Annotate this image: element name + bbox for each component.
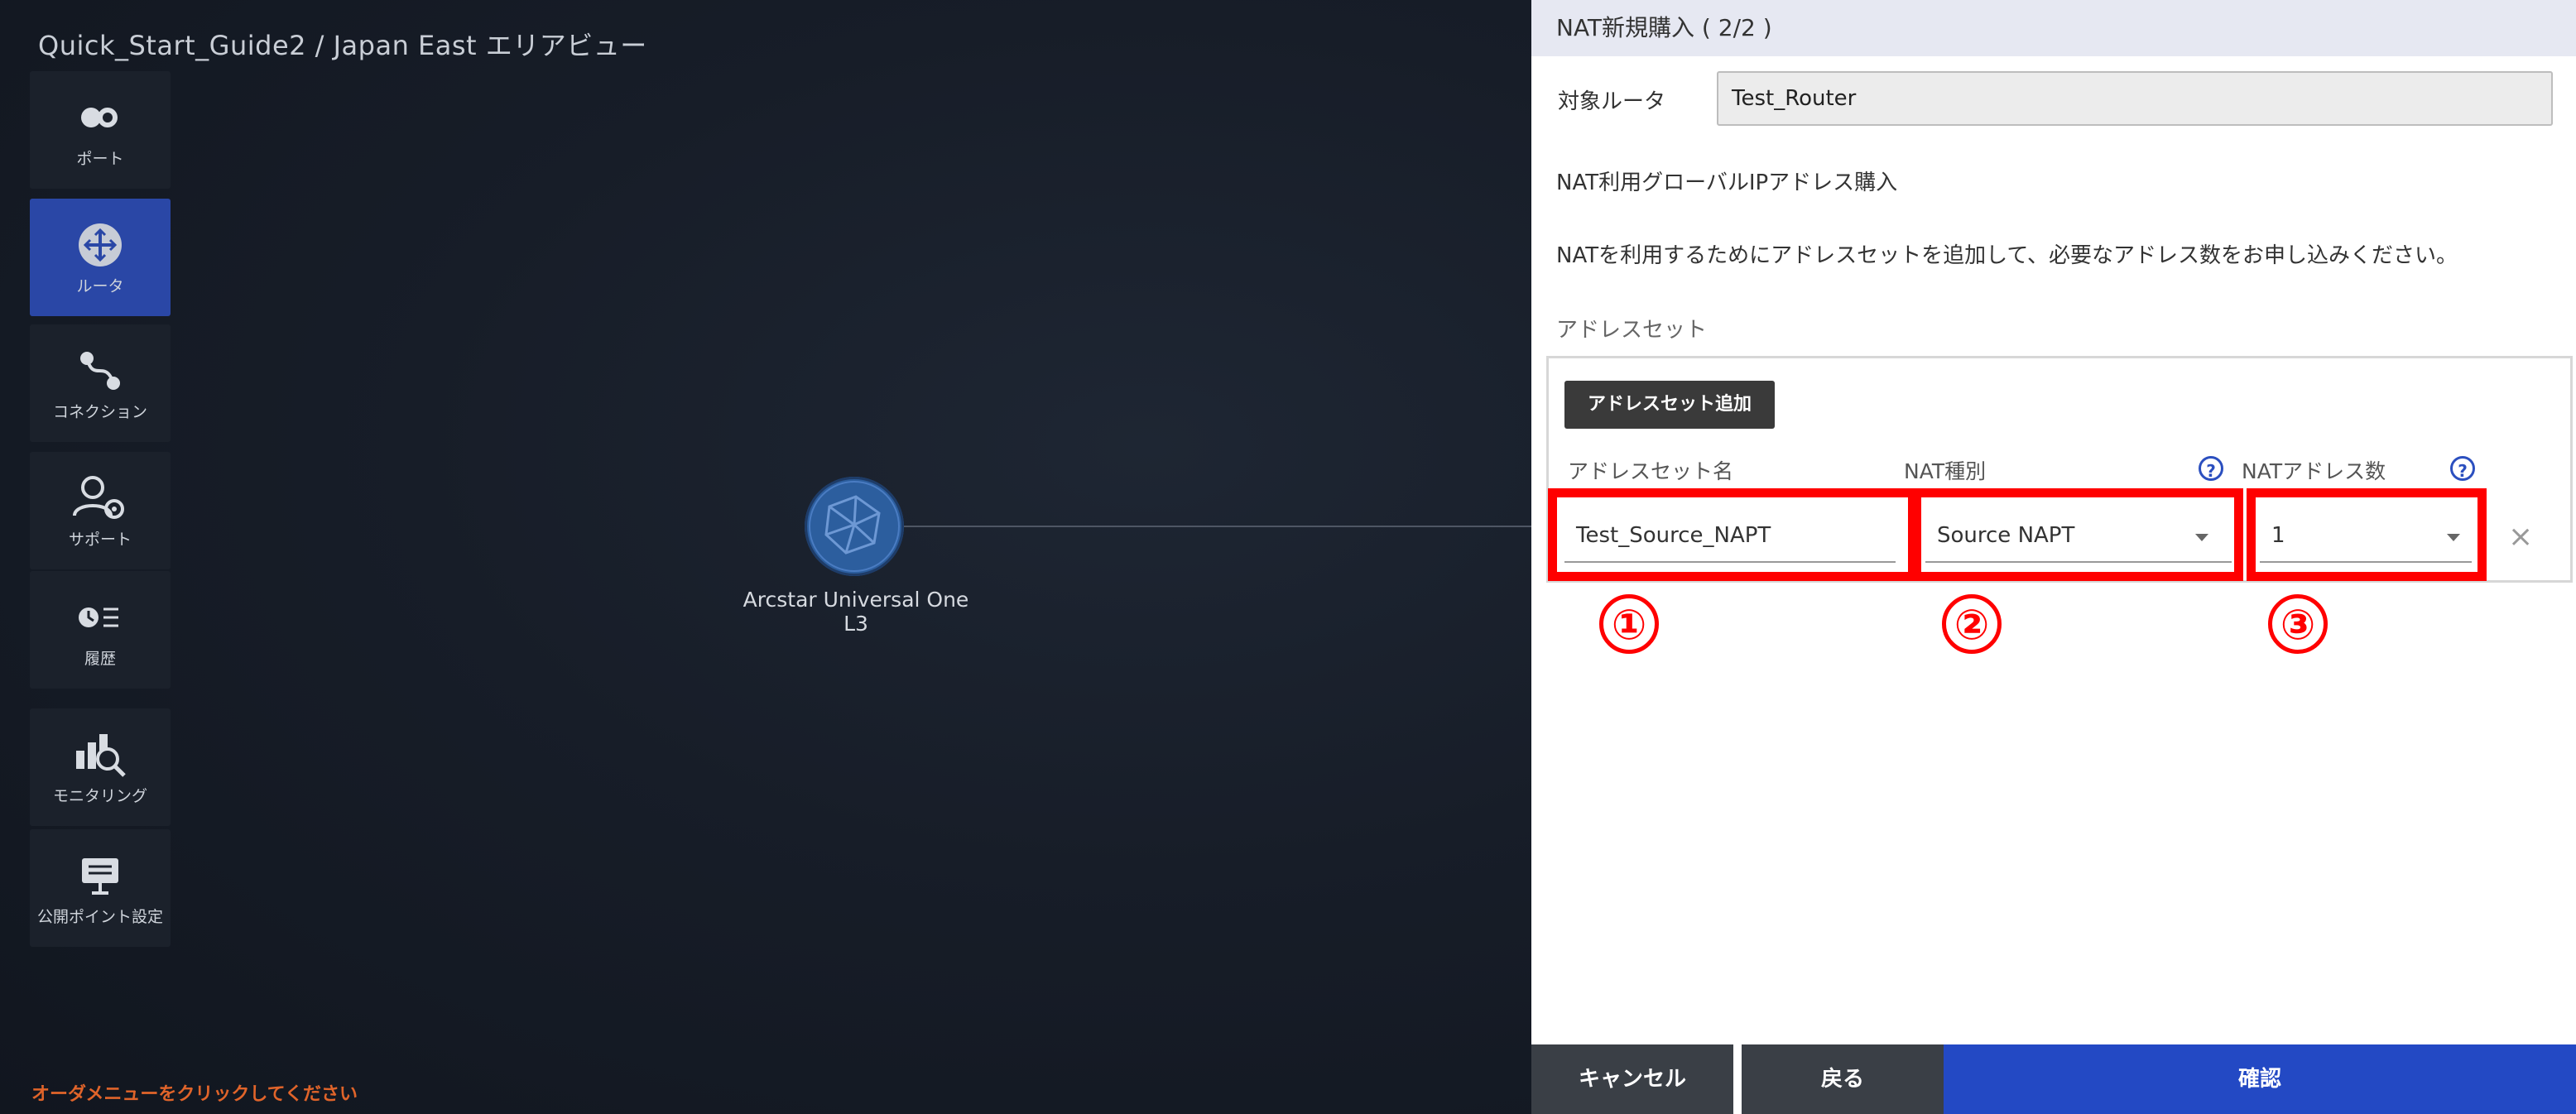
- highlight-box-3: [2247, 488, 2487, 581]
- add-address-set-button[interactable]: アドレスセット追加: [1564, 381, 1775, 429]
- router-label: 対象ルータ: [1558, 89, 1666, 114]
- column-header-name: アドレスセット名: [1568, 459, 1734, 483]
- panel-title: NAT新規購入 ( 2/2 ): [1531, 0, 2576, 56]
- description-text: NATを利用するためにアドレスセットを追加して、必要なアドレス数をお申し込みくだ…: [1556, 243, 2458, 268]
- confirm-button[interactable]: 確認: [1944, 1044, 2576, 1114]
- router-icon: [30, 222, 171, 268]
- sidebar-item-connection[interactable]: コネクション: [30, 324, 171, 442]
- sidebar-item-port[interactable]: ポート: [30, 71, 171, 189]
- target-router-field: Test_Router: [1717, 71, 2553, 126]
- globe-icon: [809, 481, 900, 572]
- nat-purchase-panel: NAT新規購入 ( 2/2 ) 対象ルータ Test_Router NAT利用グ…: [1531, 0, 2576, 1114]
- connection-line: [902, 526, 1531, 527]
- sidebar-item-label: 履歴: [84, 650, 116, 668]
- sidebar-item-support[interactable]: サポート: [30, 452, 171, 569]
- monitoring-icon: [30, 732, 171, 778]
- public-point-icon: [30, 852, 171, 899]
- cancel-button[interactable]: キャンセル: [1531, 1044, 1733, 1114]
- sidebar-item-history[interactable]: 履歴: [30, 571, 171, 689]
- back-button[interactable]: 戻る: [1742, 1044, 1944, 1114]
- page-title: Quick_Start_Guide2 / Japan East エリアビュー: [38, 30, 647, 61]
- column-header-type: NAT種別: [1904, 459, 1987, 483]
- sidebar-item-label: モニタリング: [52, 787, 147, 805]
- step-marker-1: ①: [1599, 594, 1659, 654]
- section-title: NAT利用グローバルIPアドレス購入: [1556, 170, 1898, 195]
- connection-icon: [30, 348, 171, 394]
- column-header-count: NATアドレス数: [2242, 459, 2386, 483]
- sidebar-item-router[interactable]: ルータ: [30, 199, 171, 316]
- step-marker-3: ③: [2268, 594, 2328, 654]
- sidebar-item-monitoring[interactable]: モニタリング: [30, 708, 171, 826]
- history-icon: [30, 594, 171, 641]
- highlight-box-2: [1912, 488, 2243, 581]
- network-node[interactable]: [805, 477, 904, 576]
- highlight-box-1: [1548, 488, 1917, 581]
- sidebar-item-label: ポート: [76, 150, 124, 168]
- address-set-label: アドレスセット: [1556, 318, 1708, 343]
- sidebar-item-label: コネクション: [52, 403, 147, 421]
- order-menu-hint: オーダメニューをクリックしてください: [31, 1084, 358, 1105]
- sidebar-item-label: 公開ポイント設定: [36, 908, 163, 926]
- step-marker-2: ②: [1942, 594, 2002, 654]
- sidebar-item-public-point[interactable]: 公開ポイント設定: [30, 829, 171, 947]
- sidebar-item-label: ルータ: [76, 277, 124, 295]
- remove-row-icon[interactable]: ×: [2508, 520, 2533, 554]
- port-icon: [30, 94, 171, 141]
- node-label: Arcstar Universal One L3: [743, 588, 969, 636]
- sidebar-item-label: サポート: [68, 531, 132, 549]
- support-icon: [30, 475, 171, 521]
- type-help-icon[interactable]: ?: [2199, 456, 2223, 481]
- count-help-icon[interactable]: ?: [2450, 456, 2475, 481]
- area-view-canvas: Quick_Start_Guide2 / Japan East エリアビュー ポ…: [0, 0, 1531, 1114]
